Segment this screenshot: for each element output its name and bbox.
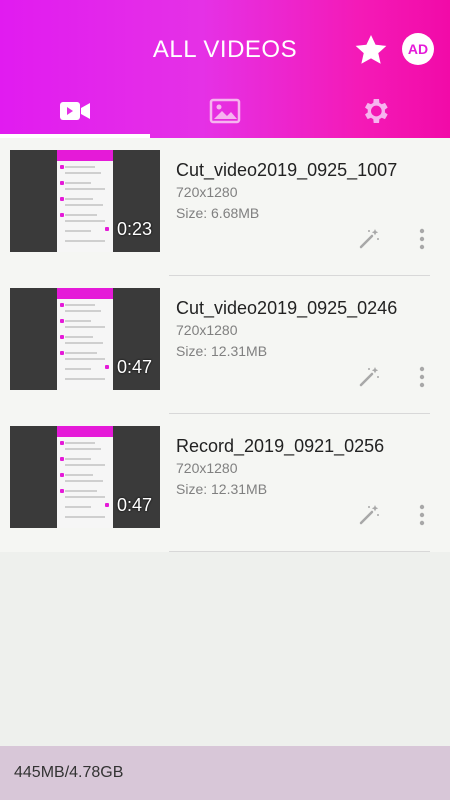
video-duration: 0:47: [116, 357, 152, 377]
video-resolution: 720x1280: [176, 460, 238, 476]
image-icon: [209, 98, 241, 124]
edit-button[interactable]: [356, 502, 382, 528]
edit-button[interactable]: [356, 364, 382, 390]
more-vert-icon: [419, 228, 425, 250]
tab-bar: [0, 84, 450, 138]
video-list: 0:23 Cut_video2019_0925_1007 720x1280 Si…: [0, 138, 450, 552]
video-name: Cut_video2019_0925_0246: [176, 298, 398, 318]
video-camera-icon: [60, 102, 90, 120]
gear-icon: [365, 99, 388, 123]
more-options-button[interactable]: [410, 502, 434, 528]
edit-button[interactable]: [356, 226, 382, 252]
video-size: Size: 12.31MB: [176, 481, 268, 497]
video-row[interactable]: 0:47 Cut_video2019_0925_0246 720x1280 Si…: [0, 276, 450, 414]
row-divider: [169, 551, 430, 552]
video-duration: 0:23: [116, 219, 152, 239]
more-vert-icon: [419, 504, 425, 526]
video-thumbnail[interactable]: 0:23: [10, 150, 160, 252]
magic-wand-icon: [359, 367, 379, 387]
video-name: Cut_video2019_0925_1007: [176, 160, 398, 180]
star-button[interactable]: [352, 31, 390, 69]
video-duration: 0:47: [116, 495, 152, 515]
thumbnail-preview: [57, 288, 113, 390]
tab-videos[interactable]: [0, 84, 150, 138]
video-thumbnail[interactable]: 0:47: [10, 288, 160, 390]
video-row[interactable]: 0:23 Cut_video2019_0925_1007 720x1280 Si…: [0, 138, 450, 276]
thumbnail-preview: [57, 150, 113, 252]
tab-settings[interactable]: [300, 84, 450, 138]
video-resolution: 720x1280: [176, 184, 238, 200]
video-thumbnail[interactable]: 0:47: [10, 426, 160, 528]
magic-wand-icon: [359, 229, 379, 249]
video-size: Size: 6.68MB: [176, 205, 260, 221]
tab-images[interactable]: [150, 84, 300, 138]
more-options-button[interactable]: [410, 364, 434, 390]
storage-footer: 445MB/4.78GB: [0, 746, 450, 800]
video-size: Size: 12.31MB: [176, 343, 268, 359]
ad-button[interactable]: AD: [402, 33, 434, 65]
storage-text: 445MB/4.78GB: [14, 764, 124, 781]
magic-wand-icon: [359, 505, 379, 525]
video-resolution: 720x1280: [176, 322, 238, 338]
more-options-button[interactable]: [410, 226, 434, 252]
app-header: ALL VIDEOS AD: [0, 0, 450, 138]
thumbnail-preview: [57, 426, 113, 528]
more-vert-icon: [419, 366, 425, 388]
video-name: Record_2019_0921_0256: [176, 436, 385, 456]
video-row[interactable]: 0:47 Record_2019_0921_0256 720x1280 Size…: [0, 414, 450, 552]
star-icon: [355, 34, 387, 64]
